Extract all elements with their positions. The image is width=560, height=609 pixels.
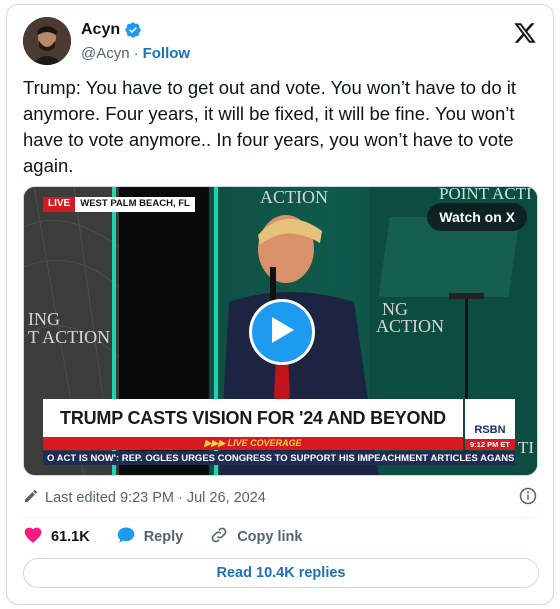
play-icon [268,315,296,350]
pencil-icon [23,488,39,508]
live-badge: LIVE WEST PALM BEACH, FL [43,197,195,212]
play-button[interactable] [249,299,315,365]
tweet-text: Trump: You have to get out and vote. You… [23,77,517,176]
link-icon [209,525,229,549]
backdrop-text-left-1: ING [28,309,60,329]
backdrop-text-top-right: POINT ACTI [439,187,532,203]
live-label: LIVE [43,197,76,212]
network-logo: RSBN [465,399,515,439]
tweet-card: Acyn @Acyn · Follow Trump: You have to g… [6,4,554,605]
follow-button[interactable]: Follow [143,45,191,62]
verified-badge-icon [124,21,142,39]
backdrop-text-left-2: T ACTION [28,327,110,347]
reply-button[interactable]: Reply [116,525,184,549]
backdrop-text-center: ACTION [260,187,328,207]
reply-label: Reply [143,529,184,545]
location-label: WEST PALM BEACH, FL [75,197,195,212]
headline-banner: TRUMP CASTS VISION FOR '24 AND BEYOND [43,399,463,437]
like-button[interactable]: 61.1K [23,525,90,549]
network-time: 9:12 PM ET [465,439,515,450]
news-ticker: O ACT IS NOW': REP. OGLES URGES CONGRESS… [43,451,515,465]
copy-link-label: Copy link [237,529,303,545]
reply-bubble-icon [116,525,136,549]
divider [23,517,537,518]
live-coverage-strip: ▶▶▶ LIVE COVERAGE [43,437,463,450]
edited-timestamp[interactable]: Last edited 9:23 PM · Jul 26, 2024 [45,490,266,506]
video-player[interactable]: ING T ACTION ACTION NG ACTION POINT ACTI… [23,186,538,476]
author-name[interactable]: Acyn [81,21,120,39]
info-icon[interactable] [519,487,537,505]
copy-link-button[interactable]: Copy link [209,525,302,549]
backdrop-text-right-2: ACTION [376,316,444,336]
heart-icon [23,525,43,549]
separator-dot: · [133,45,139,62]
edited-meta: Last edited 9:23 PM · Jul 26, 2024 [23,488,266,508]
action-bar: 61.1K Reply Copy link [23,526,328,548]
avatar[interactable] [23,17,71,65]
like-count: 61.1K [51,529,90,545]
watch-on-x-button[interactable]: Watch on X [427,203,527,231]
x-logo-icon[interactable] [513,21,537,45]
network-name: RSBN [474,424,506,436]
backdrop-text-bottom-right: TI [518,438,534,457]
author-name-row: Acyn [81,21,142,39]
handle-row: @Acyn · Follow [81,45,190,62]
author-handle[interactable]: @Acyn [81,45,130,62]
read-replies-button[interactable]: Read 10.4K replies [23,558,539,588]
